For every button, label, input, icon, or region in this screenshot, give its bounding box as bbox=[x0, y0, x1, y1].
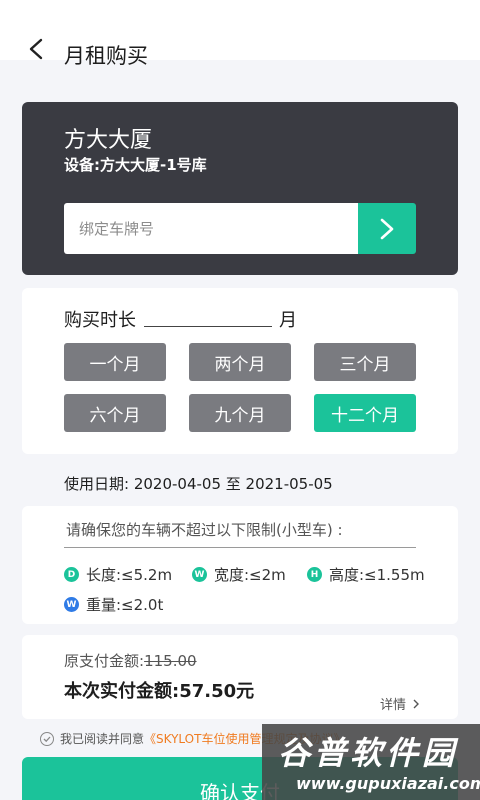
page-title: 月租购买 bbox=[64, 44, 148, 68]
duration-option-1[interactable]: 一个月 bbox=[64, 343, 166, 381]
agreement-prefix: 我已阅读并同意 bbox=[60, 732, 145, 746]
duration-option-2[interactable]: 两个月 bbox=[189, 343, 291, 381]
device-card: 方大大厦 设备:方大大厦-1号库 bbox=[22, 102, 458, 275]
watermark-url: www.gupuxiazai.com bbox=[296, 774, 480, 793]
chevron-left-icon[interactable] bbox=[26, 38, 48, 60]
usage-dates: 使用日期: 2020-04-05 至 2021-05-05 bbox=[64, 475, 333, 493]
limit-weight-text: 重量:≤2.0t bbox=[86, 596, 164, 614]
details-link[interactable]: 详情 bbox=[380, 694, 422, 713]
chevron-right-icon bbox=[413, 699, 420, 708]
weight-badge-icon: W bbox=[64, 597, 79, 612]
limits-title: 请确保您的车辆不超过以下限制(小型车) : bbox=[66, 521, 343, 539]
height-badge-icon: H bbox=[307, 567, 322, 582]
limit-height-text: 高度:≤1.55m bbox=[329, 566, 425, 584]
duration-blank bbox=[144, 326, 272, 327]
original-amount-label: 原支付金额: bbox=[64, 652, 145, 670]
vehicle-limits-card: 请确保您的车辆不超过以下限制(小型车) : D 长度:≤5.2m W 宽度:≤2… bbox=[22, 506, 458, 624]
width-badge-icon: W bbox=[192, 567, 207, 582]
original-amount-row: 原支付金额:115.00 bbox=[64, 650, 197, 671]
duration-option-9[interactable]: 九个月 bbox=[189, 394, 291, 432]
duration-label: 购买时长 bbox=[64, 310, 136, 331]
payment-card: 原支付金额:115.00 本次实付金额:57.50元 详情 bbox=[22, 635, 458, 719]
details-label: 详情 bbox=[380, 698, 407, 713]
limit-width-text: 宽度:≤2m bbox=[214, 566, 286, 584]
site-watermark: 谷普软件园 www.gupuxiazai.com bbox=[262, 724, 480, 800]
check-icon bbox=[43, 736, 51, 742]
divider bbox=[64, 547, 416, 548]
app-header: 月租购买 bbox=[0, 0, 480, 68]
duration-option-12[interactable]: 十二个月 bbox=[314, 394, 416, 432]
device-info: 设备:方大大厦-1号库 bbox=[64, 156, 207, 174]
actual-amount: 本次实付金额:57.50元 bbox=[64, 681, 255, 702]
watermark-title: 谷普软件园 bbox=[278, 734, 459, 772]
length-badge-icon: D bbox=[64, 567, 79, 582]
chevron-right-icon bbox=[380, 218, 394, 239]
place-name: 方大大厦 bbox=[64, 128, 153, 153]
limit-length: D 长度:≤5.2m bbox=[64, 564, 172, 585]
duration-card: 购买时长 月 一个月 两个月 三个月 六个月 九个月 十二个月 bbox=[22, 288, 458, 454]
duration-option-6[interactable]: 六个月 bbox=[64, 394, 166, 432]
limit-width: W 宽度:≤2m bbox=[192, 564, 286, 585]
duration-unit: 月 bbox=[279, 310, 297, 331]
agree-checkbox[interactable] bbox=[40, 731, 54, 746]
plate-confirm-button[interactable] bbox=[358, 203, 416, 254]
plate-number-input[interactable] bbox=[64, 203, 359, 254]
original-amount-value: 115.00 bbox=[144, 652, 197, 670]
limit-height: H 高度:≤1.55m bbox=[307, 564, 425, 585]
limit-weight: W 重量:≤2.0t bbox=[64, 594, 163, 615]
limit-length-text: 长度:≤5.2m bbox=[86, 566, 173, 584]
duration-option-3[interactable]: 三个月 bbox=[314, 343, 416, 381]
